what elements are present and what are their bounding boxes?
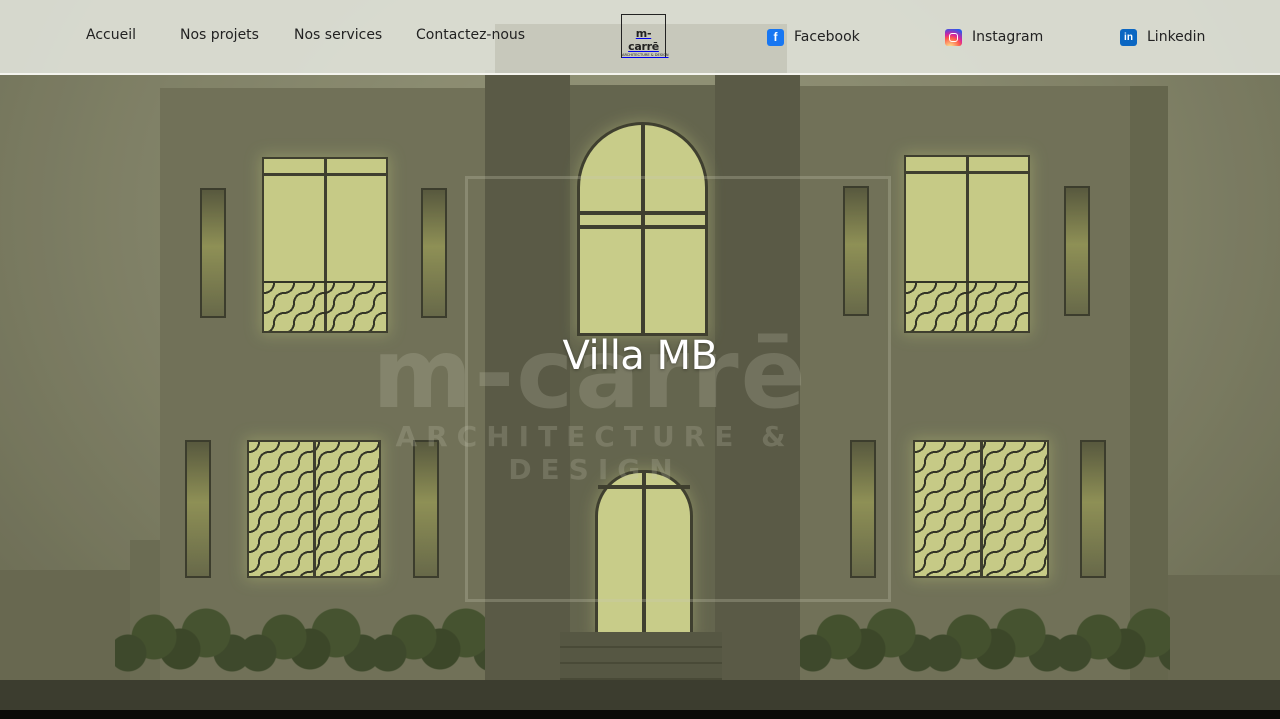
project-title: Villa MB xyxy=(562,333,718,379)
linkedin-link[interactable]: in Linkedin xyxy=(1120,27,1205,47)
linkedin-icon: in xyxy=(1120,28,1137,46)
nav-link-accueil[interactable]: Accueil xyxy=(86,27,136,43)
instagram-link[interactable]: Instagram xyxy=(945,27,1043,47)
nav-link-contact[interactable]: Contactez-nous xyxy=(416,27,525,43)
site-header: Accueil Nos projets Nos services Contact… xyxy=(0,0,1280,75)
linkedin-label: Linkedin xyxy=(1147,29,1206,45)
instagram-label: Instagram xyxy=(972,29,1044,45)
nav-link-projets[interactable]: Nos projets xyxy=(180,27,259,43)
instagram-icon xyxy=(945,28,962,46)
site-logo[interactable]: m-carrē ARCHITECTURE & DESIGN xyxy=(621,14,669,58)
nav-link-services[interactable]: Nos services xyxy=(294,27,382,43)
facebook-label: Facebook xyxy=(794,29,860,45)
watermark-tagline: ARCHITECTURE & DESIGN xyxy=(395,420,795,486)
facebook-icon: f xyxy=(767,28,784,46)
logo-tagline: ARCHITECTURE & DESIGN xyxy=(622,53,669,57)
logo-name: m-carrē xyxy=(628,27,659,53)
page-bottom-bar xyxy=(0,710,1280,719)
hero-image: m-carrē ARCHITECTURE & DESIGN Villa MB xyxy=(0,0,1280,710)
facebook-link[interactable]: f Facebook xyxy=(767,27,860,47)
